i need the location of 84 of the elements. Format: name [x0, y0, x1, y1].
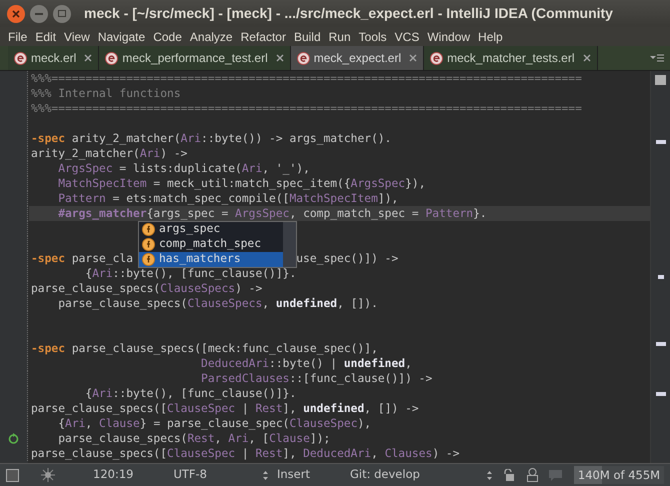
error-stripe-icon[interactable]: [656, 392, 666, 396]
close-button[interactable]: [7, 4, 25, 22]
code-line: -spec parse_cla: [31, 251, 134, 266]
menu-item[interactable]: Run: [324, 28, 355, 46]
file-encoding[interactable]: UTF-8: [173, 466, 207, 484]
code-line: ParsedClauses::[func_clause()]) ->: [200, 371, 432, 386]
inspector-icon[interactable]: [526, 468, 539, 482]
code-line: %%% Internal functions: [31, 86, 181, 101]
recursion-icon: [8, 433, 19, 444]
field-icon: [142, 223, 155, 236]
code-line: -spec parse_clause_specs([meck:func_clause_spec()],: [31, 341, 378, 356]
editor-tab[interactable]: meck_expect.erl: [290, 46, 424, 70]
tab-list-icon[interactable]: [650, 53, 664, 63]
updown-icon[interactable]: [486, 470, 493, 480]
status-square-icon: [655, 75, 666, 85]
tab-label: meck.erl: [31, 50, 76, 67]
code-line: -spec arity_2_matcher(Ari::byte()) -> args_matcher().: [31, 131, 392, 146]
close-icon[interactable]: [582, 54, 591, 62]
vcs-branch[interactable]: Git: develop: [350, 466, 420, 484]
menu-item[interactable]: View: [60, 28, 94, 46]
menu-item[interactable]: Refactor: [236, 28, 290, 46]
menu-item[interactable]: Navigate: [94, 28, 150, 46]
code-line: use_spec()]) ->: [296, 251, 398, 266]
code-line: parse_clause_specs([ClauseSpec | Rest], undefined, []) ->: [31, 401, 419, 416]
menu-item[interactable]: Window: [423, 28, 474, 46]
updown-icon[interactable]: [262, 470, 269, 480]
completion-item[interactable]: has_matchers: [139, 252, 283, 267]
sun-icon: [41, 468, 55, 482]
memory-indicator[interactable]: 140M of 455M: [574, 466, 664, 484]
completion-label: comp_match_spec: [159, 236, 262, 252]
code-line: parse_clause_specs(Rest, Ari, [Clause]);: [57, 431, 330, 446]
menu-item[interactable]: Help: [474, 28, 507, 46]
error-stripe-icon[interactable]: [656, 140, 666, 144]
tab-label: meck_matcher_tests.erl: [447, 50, 575, 67]
code-line: #args_matcher{args_spec = ArgsSpec, comp_match_spec = Pattern}.: [57, 206, 487, 221]
caret-position[interactable]: 120:19: [93, 466, 134, 484]
close-icon[interactable]: [409, 54, 418, 62]
field-icon: [142, 253, 155, 266]
code-line: parse_clause_specs(ClauseSpecs) ->: [31, 281, 262, 296]
tab-label: meck_expect.erl: [314, 50, 402, 67]
error-stripe-icon[interactable]: [656, 342, 666, 346]
completion-label: args_spec: [159, 221, 220, 238]
editor-tab[interactable]: meck_performance_test.erl: [99, 46, 291, 70]
erlang-file-icon: [105, 52, 118, 64]
completion-label: has_matchers: [159, 251, 241, 268]
menu-item[interactable]: Build: [290, 28, 325, 46]
erlang-file-icon: [430, 52, 444, 64]
minimize-button[interactable]: [30, 4, 48, 22]
menu-item[interactable]: Edit: [31, 28, 60, 46]
menu-item[interactable]: Analyze: [186, 28, 237, 46]
insert-mode[interactable]: Insert: [277, 466, 310, 484]
panel-toggle-icon[interactable]: [6, 468, 19, 482]
code-line: {Ari::byte(), [func_clause()]}.: [84, 386, 296, 401]
code-line: arity_2_matcher(Ari) ->: [31, 146, 188, 161]
completion-item[interactable]: comp_match_spec: [139, 237, 283, 252]
code-line: {Ari, Clause} = parse_clause_spec(ClauseSpec),: [57, 416, 372, 431]
code-line: ArgsSpec = lists:duplicate(Ari, '_'),: [57, 161, 310, 176]
lock-icon[interactable]: [503, 469, 514, 481]
close-icon[interactable]: [84, 54, 92, 62]
editor-tab[interactable]: meck_matcher_tests.erl: [424, 46, 598, 70]
code-line: Pattern = ets:match_spec_compile([MatchSpecItem]),: [57, 191, 398, 206]
code-line: parse_clause_specs([ClauseSpec | Rest], DeducedAri, Clauses) ->: [31, 446, 460, 461]
menu-item[interactable]: Code: [149, 28, 186, 46]
maximize-button[interactable]: [53, 4, 71, 22]
completion-item[interactable]: args_spec: [139, 222, 283, 237]
menu-item[interactable]: File: [4, 28, 32, 46]
error-stripe-icon[interactable]: [658, 275, 664, 279]
code-line: %%%==============================================================================: [31, 71, 582, 86]
close-icon: [12, 10, 20, 18]
menu-item[interactable]: VCS: [390, 28, 424, 46]
code-line: %%%==============================================================================: [31, 101, 582, 116]
code-line: DeducedAri::byte() | undefined,: [200, 356, 412, 371]
code-line: {Ari::byte(), [func_clause()]}.: [84, 266, 296, 281]
window-title: meck - [~/src/meck] - [meck] - .../src/meck_expect.erl - IntelliJ IDEA (Community: [84, 4, 613, 23]
code-line: MatchSpecItem = meck_util:match_spec_item({ArgsSpec}),: [57, 176, 426, 191]
erlang-file-icon: [14, 52, 27, 64]
editor-tab[interactable]: meck.erl: [8, 46, 100, 70]
tab-label: meck_performance_test.erl: [122, 50, 268, 67]
erlang-file-icon: [296, 52, 310, 64]
code-line: parse_clause_specs(ClauseSpecs, undefined, []).: [57, 296, 378, 311]
menu-item[interactable]: Tools: [354, 28, 391, 46]
field-icon: [142, 238, 155, 251]
popup-scrollbar: [283, 222, 296, 267]
close-icon[interactable]: [276, 54, 284, 62]
